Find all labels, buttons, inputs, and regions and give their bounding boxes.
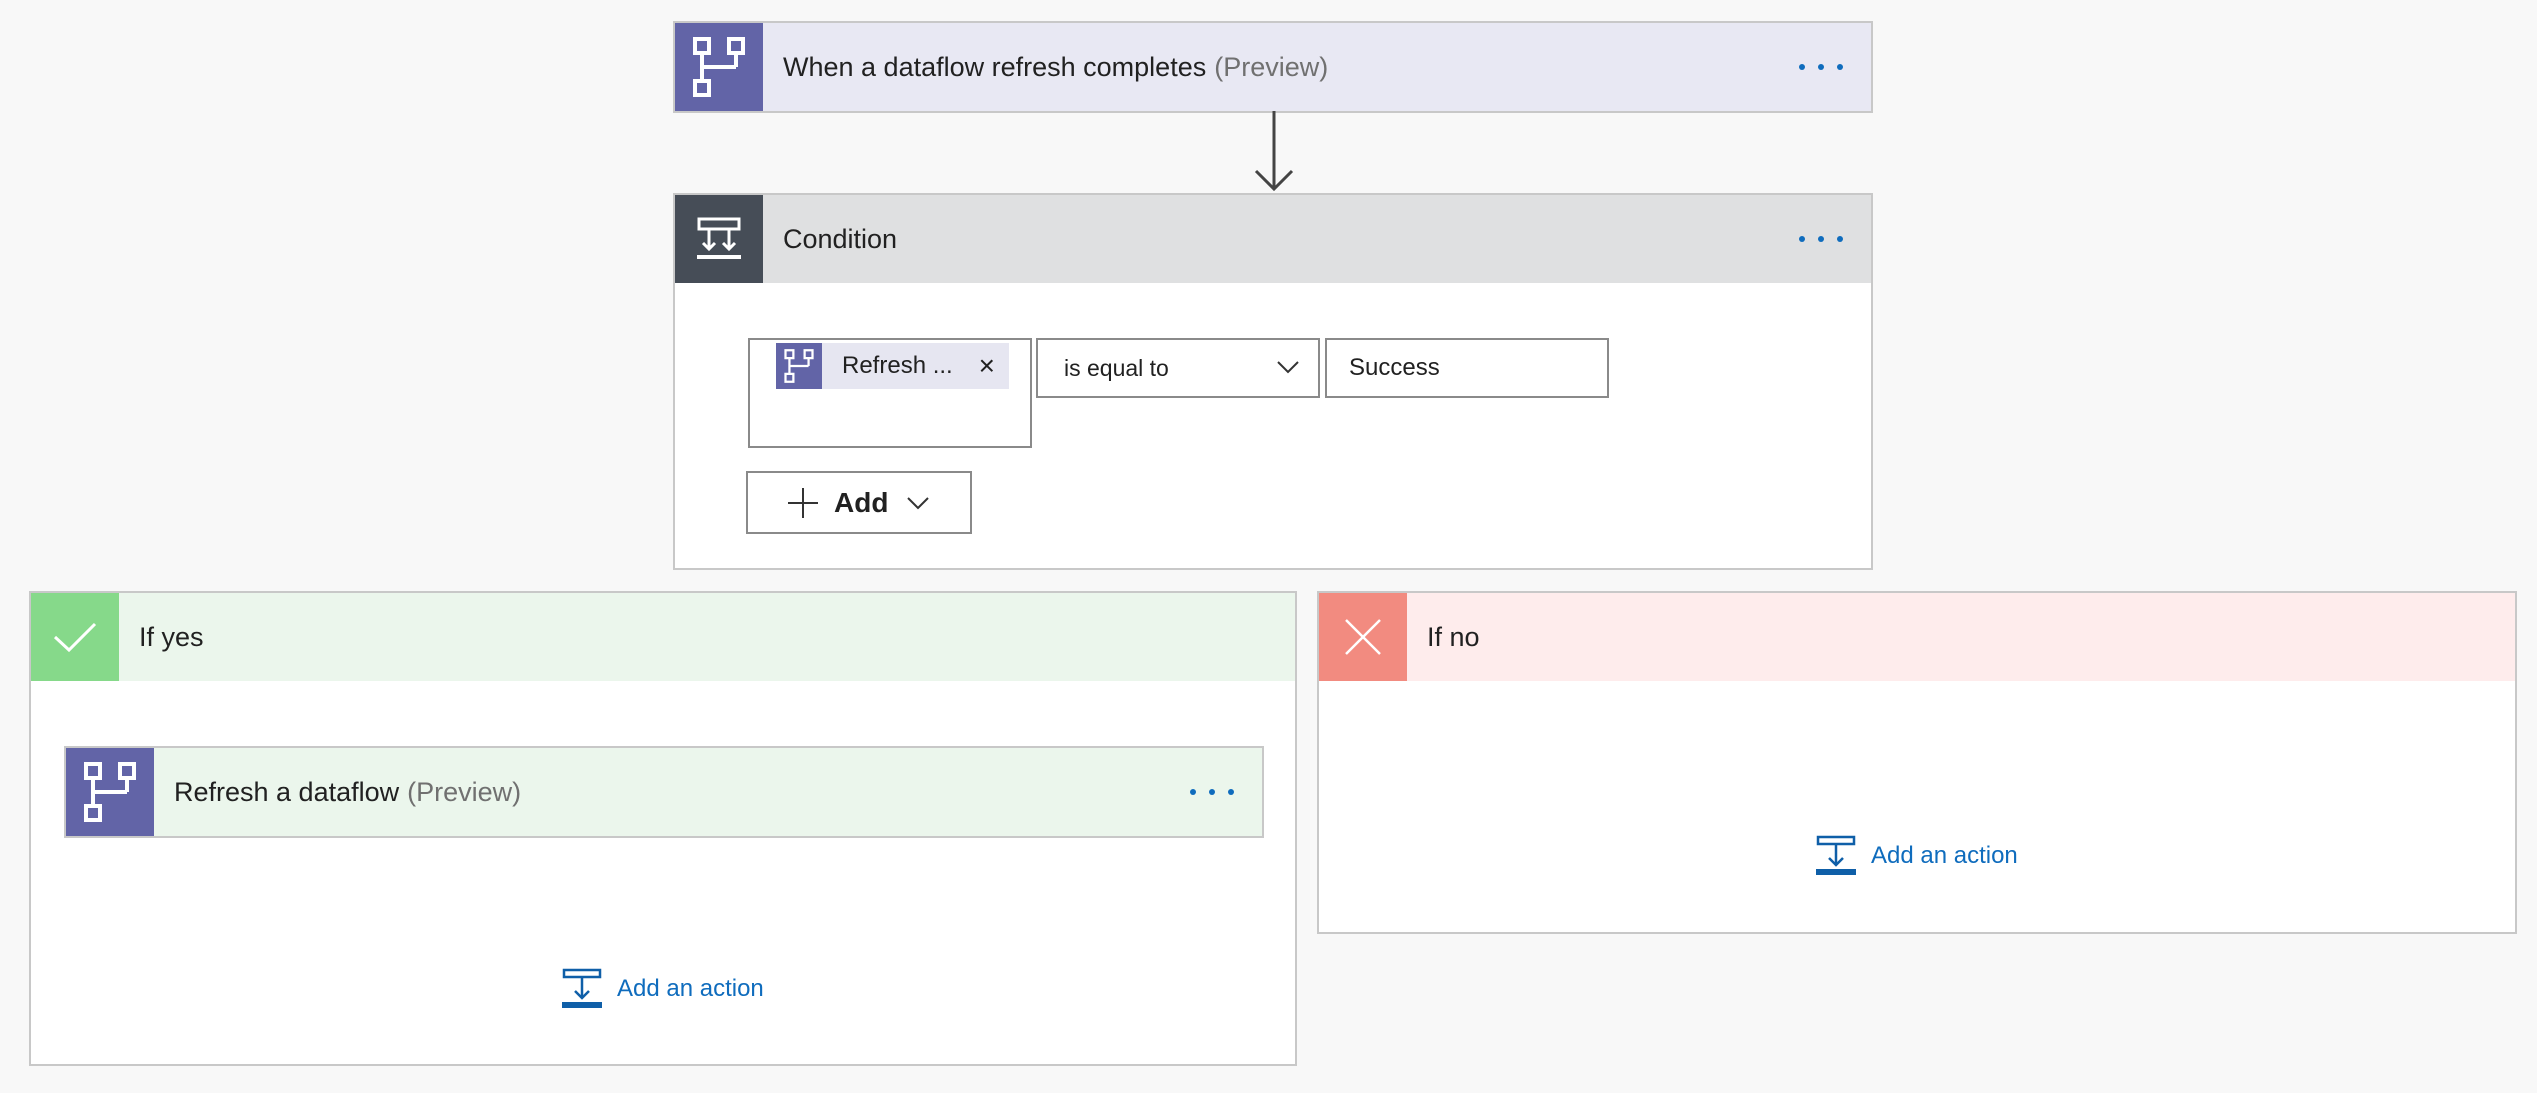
trigger-subtitle: (Preview) — [1214, 51, 1329, 82]
operator-label: is equal to — [1064, 354, 1169, 381]
condition-left-operand[interactable]: Refresh ... × — [748, 338, 1032, 448]
add-an-action-label: Add an action — [617, 975, 764, 1002]
connector-arrow-icon — [1254, 111, 1294, 192]
close-icon — [1319, 593, 1407, 681]
plus-icon — [788, 487, 818, 518]
dataflow-icon — [776, 343, 822, 389]
refresh-action-title-text: Refresh a dataflow (Preview) — [174, 777, 521, 808]
trigger-card[interactable]: When a dataflow refresh completes (Previe… — [673, 21, 1873, 113]
condition-value-field[interactable]: Success — [1325, 338, 1609, 398]
add-an-action-link[interactable]: Add an action — [561, 968, 764, 1010]
add-an-action-link[interactable]: Add an action — [1815, 835, 2018, 877]
remove-token-icon[interactable]: × — [979, 351, 995, 381]
if-no-header: If no — [1319, 593, 2515, 681]
more-options-icon[interactable] — [1799, 49, 1843, 85]
dataflow-icon — [675, 23, 763, 111]
check-icon — [31, 593, 119, 681]
refresh-action-title: Refresh a dataflow — [174, 776, 400, 807]
trigger-title: When a dataflow refresh completes — [783, 51, 1207, 82]
condition-header[interactable]: Condition — [675, 195, 1871, 283]
condition-title: Condition — [783, 223, 898, 254]
if-yes-title: If yes — [139, 621, 204, 652]
chevron-down-icon — [1277, 361, 1299, 374]
more-options-icon[interactable] — [1190, 774, 1234, 810]
operator-dropdown[interactable]: is equal to — [1036, 338, 1320, 398]
condition-icon — [675, 195, 763, 283]
refresh-action-header[interactable]: Refresh a dataflow (Preview) — [66, 748, 1262, 836]
if-yes-header: If yes — [31, 593, 1295, 681]
if-no-branch[interactable]: If no Add an action — [1317, 591, 2517, 934]
trigger-title-text: When a dataflow refresh completes (Previe… — [783, 52, 1328, 83]
add-action-icon — [562, 968, 602, 1008]
token-label: Refresh ... — [842, 352, 953, 379]
if-yes-branch[interactable]: If yes Refresh a dataflow (Preview) Add … — [29, 591, 1297, 1066]
condition-value: Success — [1349, 354, 1440, 381]
if-no-title: If no — [1427, 621, 1480, 652]
more-options-icon[interactable] — [1799, 221, 1843, 257]
add-button-label: Add — [834, 486, 889, 518]
chevron-down-icon — [907, 496, 930, 509]
condition-card[interactable]: Condition Refresh ... × is equal to Succ… — [673, 193, 1873, 570]
trigger-header[interactable]: When a dataflow refresh completes (Previe… — [675, 23, 1871, 111]
dynamic-content-token[interactable]: Refresh ... × — [776, 343, 1009, 389]
refresh-dataflow-action-card[interactable]: Refresh a dataflow (Preview) — [64, 746, 1264, 838]
refresh-action-subtitle: (Preview) — [407, 776, 522, 807]
add-condition-button[interactable]: Add — [746, 471, 972, 534]
dataflow-icon — [66, 748, 154, 836]
add-an-action-label: Add an action — [1871, 842, 2018, 869]
add-action-icon — [1816, 835, 1856, 875]
